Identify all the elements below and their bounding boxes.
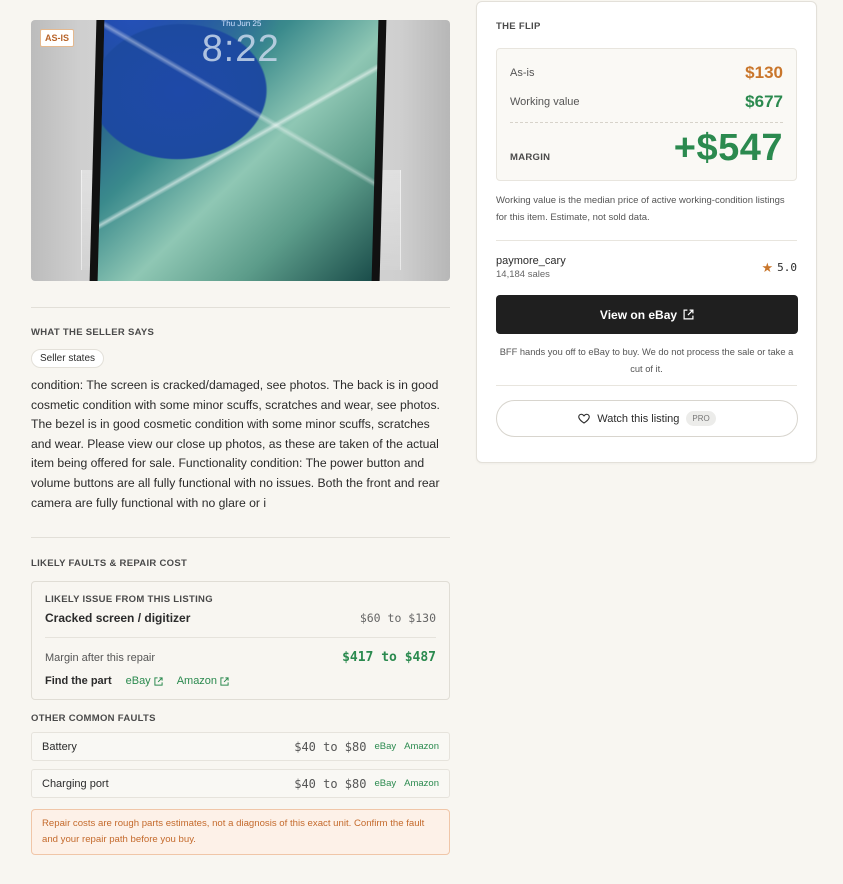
as-is-value: $130: [745, 63, 783, 82]
fault-name: Battery: [42, 740, 77, 753]
handoff-note: BFF hands you off to eBay to buy. We do …: [499, 347, 794, 374]
divider: [31, 307, 450, 308]
as-is-label: As-is: [510, 67, 535, 79]
fault-cost: $40 to $80: [294, 739, 367, 754]
fault-amazon-link[interactable]: Amazon: [404, 741, 439, 752]
other-faults-title: OTHER COMMON FAULTS: [31, 713, 156, 725]
seller-description: condition: The screen is cracked/damaged…: [31, 378, 440, 510]
fault-row-charging-port: Charging port $40 to $80 eBay Amazon: [31, 769, 450, 799]
seller-name[interactable]: paymore_cary: [496, 255, 566, 267]
fault-row-battery: Battery $40 to $80 eBay Amazon: [31, 732, 450, 762]
heart-icon: [578, 413, 591, 424]
find-part-ebay-link[interactable]: eBay: [126, 675, 163, 687]
fault-ebay-link[interactable]: eBay: [374, 778, 396, 789]
star-icon: ★: [761, 259, 774, 275]
divider: [31, 537, 450, 539]
likely-issue-label: LIKELY ISSUE FROM THIS LISTING: [45, 594, 213, 606]
listing-photo[interactable]: Thu Jun 25 8:22 AS-IS: [31, 20, 450, 281]
watch-listing-button[interactable]: Watch this listing PRO: [496, 400, 798, 437]
seller-info: paymore_cary 14,184 sales ★ 5.0: [496, 255, 797, 280]
fault-amazon-link[interactable]: Amazon: [404, 778, 439, 789]
as-is-badge: AS-IS: [40, 29, 75, 47]
find-part-amazon-link[interactable]: Amazon: [177, 675, 229, 687]
faults-section-title: LIKELY FAULTS & REPAIR COST: [31, 558, 188, 570]
repair-cost-warning: Repair costs are rough parts estimates, …: [31, 809, 450, 856]
external-link-icon: [154, 677, 163, 686]
fault-name: Charging port: [42, 777, 109, 790]
margin-label: MARGIN: [510, 152, 551, 163]
margin-value: +$547: [673, 127, 783, 169]
likely-issue-card: LIKELY ISSUE FROM THIS LISTING Cracked s…: [31, 581, 450, 701]
flip-title: THE FLIP: [496, 21, 541, 32]
external-link-icon: [683, 309, 694, 320]
listing-column: Thu Jun 25 8:22 AS-IS WHAT THE SELLER SA…: [31, 20, 450, 856]
likely-issue-name: Cracked screen / digitizer: [45, 611, 191, 626]
external-link-icon: [220, 677, 229, 686]
working-value: $677: [745, 92, 783, 111]
watch-label: Watch this listing: [597, 412, 680, 425]
lockscreen-time: 8:22: [201, 28, 281, 70]
pro-badge: PRO: [686, 411, 716, 426]
fault-cost: $40 to $80: [294, 776, 367, 791]
working-value-note: Working value is the median price of act…: [496, 195, 785, 223]
likely-issue-cost: $60 to $130: [359, 611, 436, 626]
view-on-ebay-button[interactable]: View on eBay: [496, 295, 798, 334]
seller-states-pill: Seller states: [31, 349, 105, 368]
flip-summary: As-is $130 Working value $677 MARGIN +$5…: [496, 48, 797, 181]
fault-ebay-link[interactable]: eBay: [374, 741, 396, 752]
phone-image: Thu Jun 25 8:22: [89, 20, 387, 281]
margin-after-repair-value: $417 to $487: [342, 650, 436, 666]
margin-after-repair-label: Margin after this repair: [45, 651, 156, 664]
seller-rating: 5.0: [777, 261, 797, 274]
seller-sales: 14,184 sales: [496, 269, 550, 280]
flip-panel: THE FLIP As-is $130 Working value $677 M…: [476, 1, 817, 463]
find-part-label: Find the part: [45, 675, 112, 688]
lockscreen-date: Thu Jun 25: [221, 20, 262, 28]
seller-section-title: WHAT THE SELLER SAYS: [31, 327, 155, 338]
working-value-label: Working value: [510, 96, 580, 108]
